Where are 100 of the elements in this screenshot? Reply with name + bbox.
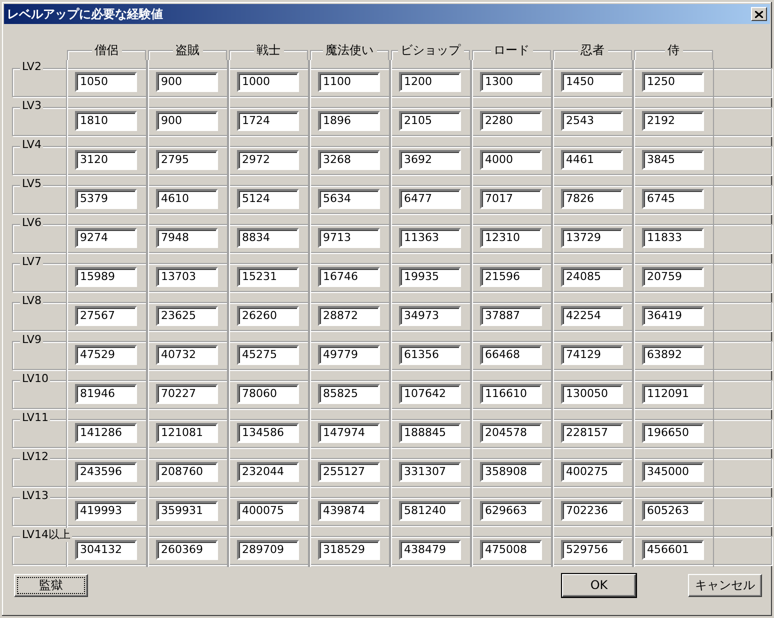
input-field[interactable]: 318529 [318,540,380,560]
input-field[interactable]: 900 [156,110,218,130]
input-field[interactable]: 2972 [237,150,299,170]
input-field[interactable]: 6477 [399,188,461,208]
input-field[interactable]: 74129 [561,344,623,364]
input-field[interactable]: 629663 [480,500,542,520]
input-field[interactable]: 196650 [642,422,704,442]
input-field[interactable]: 702236 [561,500,623,520]
input-field[interactable]: 40732 [156,344,218,364]
input-field[interactable]: 141286 [75,422,137,442]
input-field[interactable]: 63892 [642,344,704,364]
input-field[interactable]: 359931 [156,500,218,520]
input-field[interactable]: 61356 [399,344,461,364]
input-field[interactable]: 900 [156,72,218,92]
input-field[interactable]: 243596 [75,462,137,482]
input-field[interactable]: 15231 [237,266,299,286]
input-field[interactable]: 1250 [642,72,704,92]
input-field[interactable]: 28872 [318,306,380,326]
input-field[interactable]: 5634 [318,188,380,208]
input-field[interactable]: 1810 [75,110,137,130]
input-field[interactable]: 26260 [237,306,299,326]
input-field[interactable]: 1100 [318,72,380,92]
input-field[interactable]: 204578 [480,422,542,442]
input-field[interactable]: 3120 [75,150,137,170]
input-field[interactable]: 47529 [75,344,137,364]
input-field[interactable]: 438479 [399,540,461,560]
input-field[interactable]: 605263 [642,500,704,520]
input-field[interactable]: 4610 [156,188,218,208]
input-field[interactable]: 7017 [480,188,542,208]
input-field[interactable]: 439874 [318,500,380,520]
input-field[interactable]: 42254 [561,306,623,326]
input-field[interactable]: 6745 [642,188,704,208]
input-field[interactable]: 3268 [318,150,380,170]
input-field[interactable]: 1050 [75,72,137,92]
input-field[interactable]: 23625 [156,306,218,326]
input-field[interactable]: 2543 [561,110,623,130]
input-field[interactable]: 36419 [642,306,704,326]
input-field[interactable]: 107642 [399,384,461,404]
input-field[interactable]: 19935 [399,266,461,286]
input-field[interactable]: 208760 [156,462,218,482]
input-field[interactable]: 400275 [561,462,623,482]
input-field[interactable]: 78060 [237,384,299,404]
input-field[interactable]: 260369 [156,540,218,560]
input-field[interactable]: 9274 [75,228,137,248]
input-field[interactable]: 331307 [399,462,461,482]
input-field[interactable]: 3692 [399,150,461,170]
input-field[interactable]: 529756 [561,540,623,560]
input-field[interactable]: 85825 [318,384,380,404]
input-field[interactable]: 24085 [561,266,623,286]
input-field[interactable]: 304132 [75,540,137,560]
input-field[interactable]: 419993 [75,500,137,520]
input-field[interactable]: 7826 [561,188,623,208]
input-field[interactable]: 289709 [237,540,299,560]
input-field[interactable]: 255127 [318,462,380,482]
input-field[interactable]: 49779 [318,344,380,364]
dialog-button[interactable]: 監獄 [14,574,88,597]
input-field[interactable]: 13703 [156,266,218,286]
dialog-button[interactable]: OK [562,574,636,597]
input-field[interactable]: 4000 [480,150,542,170]
input-field[interactable]: 400075 [237,500,299,520]
close-button[interactable] [751,7,767,21]
input-field[interactable]: 2192 [642,110,704,130]
input-field[interactable]: 70227 [156,384,218,404]
input-field[interactable]: 345000 [642,462,704,482]
input-field[interactable]: 1200 [399,72,461,92]
input-field[interactable]: 116610 [480,384,542,404]
input-field[interactable]: 188845 [399,422,461,442]
input-field[interactable]: 358908 [480,462,542,482]
input-field[interactable]: 1724 [237,110,299,130]
input-field[interactable]: 21596 [480,266,542,286]
input-field[interactable]: 3845 [642,150,704,170]
input-field[interactable]: 1000 [237,72,299,92]
input-field[interactable]: 15989 [75,266,137,286]
input-field[interactable]: 13729 [561,228,623,248]
input-field[interactable]: 45275 [237,344,299,364]
input-field[interactable]: 81946 [75,384,137,404]
input-field[interactable]: 2795 [156,150,218,170]
input-field[interactable]: 20759 [642,266,704,286]
input-field[interactable]: 5379 [75,188,137,208]
input-field[interactable]: 1896 [318,110,380,130]
input-field[interactable]: 27567 [75,306,137,326]
input-field[interactable]: 2280 [480,110,542,130]
input-field[interactable]: 134586 [237,422,299,442]
input-field[interactable]: 112091 [642,384,704,404]
input-field[interactable]: 130050 [561,384,623,404]
input-field[interactable]: 12310 [480,228,542,248]
input-field[interactable]: 456601 [642,540,704,560]
input-field[interactable]: 475008 [480,540,542,560]
input-field[interactable]: 121081 [156,422,218,442]
input-field[interactable]: 147974 [318,422,380,442]
input-field[interactable]: 9713 [318,228,380,248]
input-field[interactable]: 8834 [237,228,299,248]
input-field[interactable]: 16746 [318,266,380,286]
input-field[interactable]: 5124 [237,188,299,208]
input-field[interactable]: 232044 [237,462,299,482]
input-field[interactable]: 1450 [561,72,623,92]
input-field[interactable]: 11363 [399,228,461,248]
input-field[interactable]: 37887 [480,306,542,326]
input-field[interactable]: 581240 [399,500,461,520]
input-field[interactable]: 1300 [480,72,542,92]
